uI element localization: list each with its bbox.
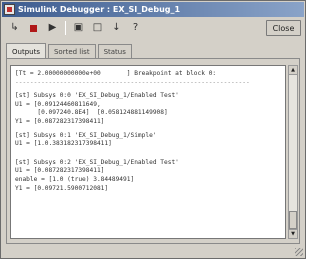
output-line: [st] Subsys 0:1 'EX_SI_Debug_1/Simple' (15, 131, 157, 139)
output-line: [0.097240.8E4] [0.058124881149908] (15, 109, 168, 117)
tab-status[interactable]: Status (97, 44, 132, 59)
help-icon[interactable]: ? (127, 20, 144, 36)
close-button[interactable]: Close (266, 20, 301, 36)
vertical-scrollbar[interactable]: ▲ ▼ (288, 65, 298, 239)
debugger-window: Simulink Debugger : EX_SI_Debug_1 ↳ ▶ ▣ … (0, 0, 306, 259)
simulink-app-icon (4, 4, 15, 15)
tab-outputs[interactable]: Outputs (6, 43, 46, 59)
output-textarea[interactable]: [Tt = 2.00000000000e+00 ] Breakpoint at … (10, 65, 286, 239)
outputs-panel: [Tt = 2.00000000000e+00 ] Breakpoint at … (6, 58, 300, 244)
title-bar[interactable]: Simulink Debugger : EX_SI_Debug_1 (2, 2, 304, 17)
output-line: [st] Subsys 0:0 'EX_SI_Debug_1/Enabled T… (15, 92, 179, 100)
scroll-thumb[interactable] (289, 211, 297, 229)
tab-sorted-list[interactable]: Sorted list (47, 44, 96, 59)
stop-icon[interactable] (25, 20, 42, 36)
scroll-down-arrow-icon[interactable]: ▼ (289, 229, 297, 238)
window-title: Simulink Debugger : EX_SI_Debug_1 (18, 5, 181, 14)
output-line: enable = [1.0 (true) 3.84489491] (15, 175, 135, 183)
display-icon[interactable]: □ (89, 20, 106, 36)
toolbar: ↳ ▶ ▣ □ ↓ ? Close (2, 18, 304, 38)
output-line: ----------------------------------------… (15, 78, 250, 86)
output-line: [st] Subsys 0:2 'EX_SI_Debug_1/Enabled T… (15, 158, 179, 166)
step-in-icon[interactable]: ↓ (108, 20, 125, 36)
output-line: U1 = [0.09124460811649, (15, 100, 101, 108)
output-line: [Tt = 2.00000000000e+00 ] Breakpoint at … (15, 70, 217, 77)
output-line: U1 = [0.087282317398411] (15, 167, 105, 175)
tab-strip: Outputs Sorted list Status (6, 43, 134, 59)
status-bar (2, 245, 304, 257)
step-over-icon[interactable]: ↳ (6, 20, 23, 36)
output-line: Y1 = [0.09721.5900712081] (15, 184, 109, 192)
resize-grip-icon[interactable] (295, 248, 303, 256)
scroll-up-arrow-icon[interactable]: ▲ (289, 66, 297, 75)
output-line: Y1 = [0.087282317398411] (15, 117, 105, 125)
run-icon[interactable]: ▶ (44, 20, 61, 36)
breakpoint-icon[interactable]: ▣ (70, 20, 87, 36)
output-line: U1 = [1.0.383182317398411] (15, 140, 112, 148)
toolbar-separator (65, 21, 66, 35)
